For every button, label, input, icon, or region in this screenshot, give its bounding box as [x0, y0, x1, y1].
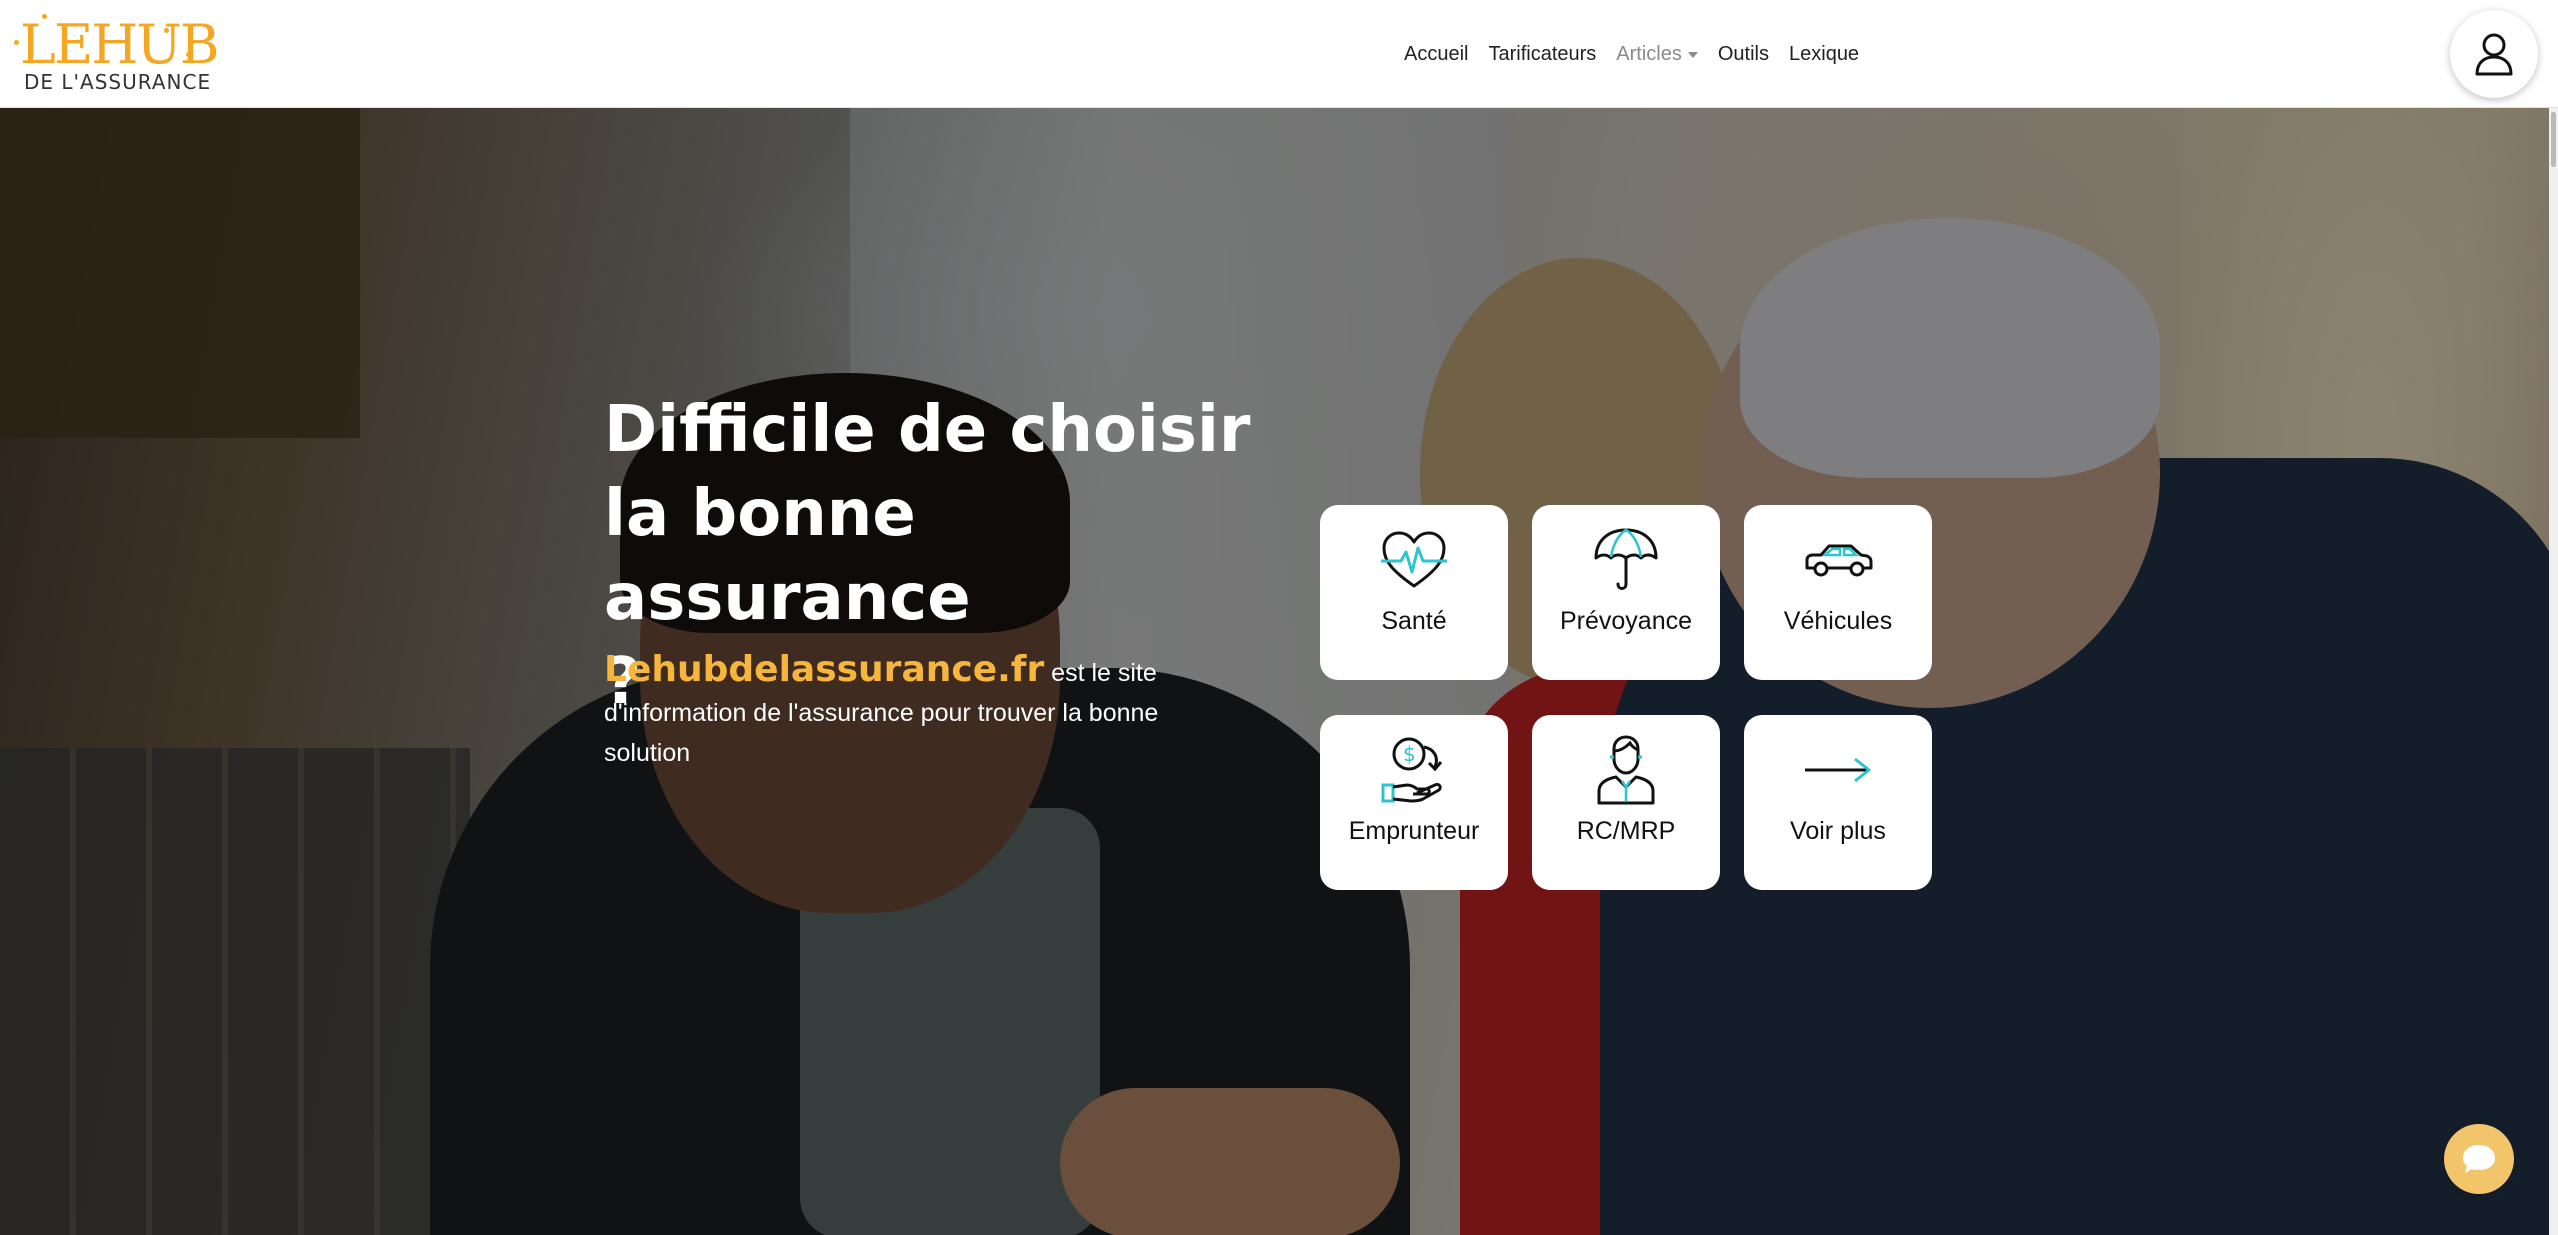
category-label: Prévoyance — [1559, 607, 1693, 635]
hero-overlay — [0, 108, 2558, 1235]
umbrella-icon — [1594, 528, 1658, 590]
user-icon — [2475, 33, 2513, 76]
heart-pulse-icon — [1381, 531, 1447, 588]
svg-text:$: $ — [1403, 742, 1416, 766]
category-label: Véhicules — [1783, 607, 1893, 635]
category-label: Santé — [1381, 607, 1447, 635]
hero-title-line: Difficile de choisir — [604, 393, 1251, 467]
chat-button[interactable] — [2444, 1124, 2514, 1194]
logo-dot — [14, 40, 19, 45]
logo-wordmark: LEHUB — [20, 13, 220, 76]
nav-item-articles[interactable]: Articles — [1616, 34, 1698, 74]
logo-dot — [42, 14, 47, 19]
category-label: Emprunteur — [1348, 817, 1480, 845]
category-card-prevoyance[interactable]: Prévoyance — [1532, 505, 1720, 680]
car-icon — [1805, 544, 1873, 577]
money-hand-icon: $ — [1381, 737, 1443, 803]
hero-section — [0, 108, 2558, 1235]
logo-dot — [186, 52, 191, 57]
logo-subtitle: DE L'ASSURANCE — [24, 70, 212, 94]
nav-item-articles-label: Articles — [1616, 43, 1682, 65]
site-header: LEHUB DE L'ASSURANCE Accueil Tarificateu… — [0, 0, 2558, 108]
nav-item-tarificateurs[interactable]: Tarificateurs — [1488, 34, 1596, 74]
professional-icon — [1597, 735, 1655, 805]
category-card-vehicules[interactable]: Véhicules — [1744, 505, 1932, 680]
category-label: RC/MRP — [1576, 817, 1676, 845]
hero-description: Lehubdelassurance.fr est le site d'infor… — [604, 650, 1224, 773]
category-card-emprunteur[interactable]: $ Emprunteur — [1320, 715, 1508, 890]
logo-dot — [164, 28, 169, 33]
page-scrollbar[interactable] — [2549, 108, 2558, 1235]
caret-down-icon — [1687, 52, 1698, 58]
hero-title-line: la bonne assurance — [604, 477, 971, 635]
main-nav: Accueil Tarificateurs Articles Outils Le… — [1404, 34, 1879, 74]
category-card-voir-plus[interactable]: Voir plus — [1744, 715, 1932, 890]
arrow-right-icon — [1805, 757, 1871, 783]
nav-item-outils[interactable]: Outils — [1718, 34, 1769, 74]
user-account-button[interactable] — [2450, 10, 2538, 98]
chat-bubble-icon — [2463, 1145, 2495, 1173]
nav-item-accueil[interactable]: Accueil — [1404, 34, 1468, 74]
category-label: Voir plus — [1790, 817, 1886, 845]
site-name: Lehubdelassurance.fr — [604, 649, 1045, 690]
nav-item-lexique[interactable]: Lexique — [1789, 34, 1859, 74]
site-logo[interactable]: LEHUB DE L'ASSURANCE — [14, 12, 220, 98]
scrollbar-thumb[interactable] — [2551, 112, 2556, 167]
category-card-sante[interactable]: Santé — [1320, 505, 1508, 680]
category-card-rc-mrp[interactable]: RC/MRP — [1532, 715, 1720, 890]
